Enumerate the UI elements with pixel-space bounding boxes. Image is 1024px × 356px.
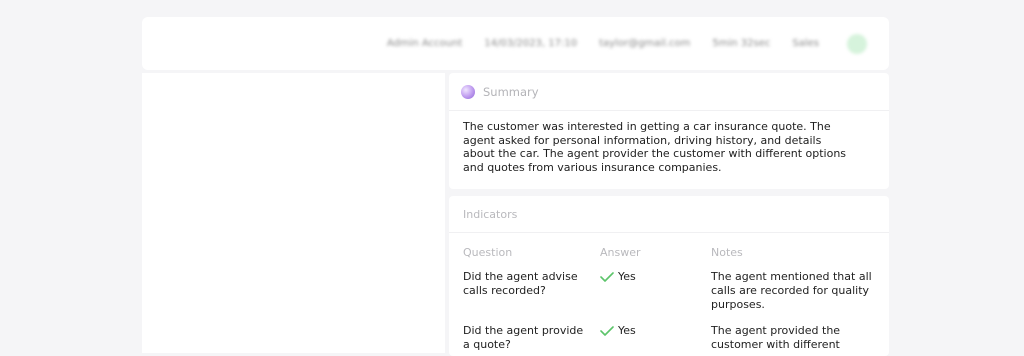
notes-cell: The agent provided the customer with dif… (711, 324, 841, 351)
summary-text: The customer was interested in getting a… (463, 120, 847, 174)
summary-header: Summary (449, 73, 889, 111)
answer-cell: Yes (600, 324, 700, 338)
customer-email: taylor@gmail.com (599, 38, 691, 49)
call-meta: Admin Account 14/03/2023, 17:10 taylor@g… (387, 17, 867, 70)
call-duration: 5min 32sec (712, 38, 771, 49)
column-header-question: Question (463, 246, 513, 259)
summary-card: Summary The customer was interested in g… (449, 73, 889, 189)
call-datetime: 14/03/2023, 17:10 (484, 38, 578, 49)
department-label: Sales (792, 38, 819, 49)
ai-orb-icon (461, 84, 475, 99)
account-label: Admin Account (386, 38, 463, 49)
top-bar: Admin Account 14/03/2023, 17:10 taylor@g… (142, 17, 889, 70)
check-icon (600, 272, 614, 282)
column-header-answer: Answer (600, 246, 641, 259)
notes-cell: The agent mentioned that all calls are r… (711, 270, 872, 311)
answer-cell: Yes (600, 270, 700, 284)
summary-title: Summary (483, 84, 539, 99)
answer-text: Yes (618, 270, 636, 283)
check-icon (600, 326, 614, 336)
indicators-card: Indicators Question Answer Notes Did the… (449, 196, 889, 356)
indicators-title: Indicators (449, 196, 889, 233)
column-header-notes: Notes (711, 246, 743, 259)
question-cell: Did the agent provide a quote? (463, 324, 584, 351)
left-panel (142, 73, 445, 353)
question-cell: Did the agent advise calls recorded? (463, 270, 578, 297)
status-dot[interactable] (847, 33, 867, 54)
answer-text: Yes (618, 324, 636, 337)
